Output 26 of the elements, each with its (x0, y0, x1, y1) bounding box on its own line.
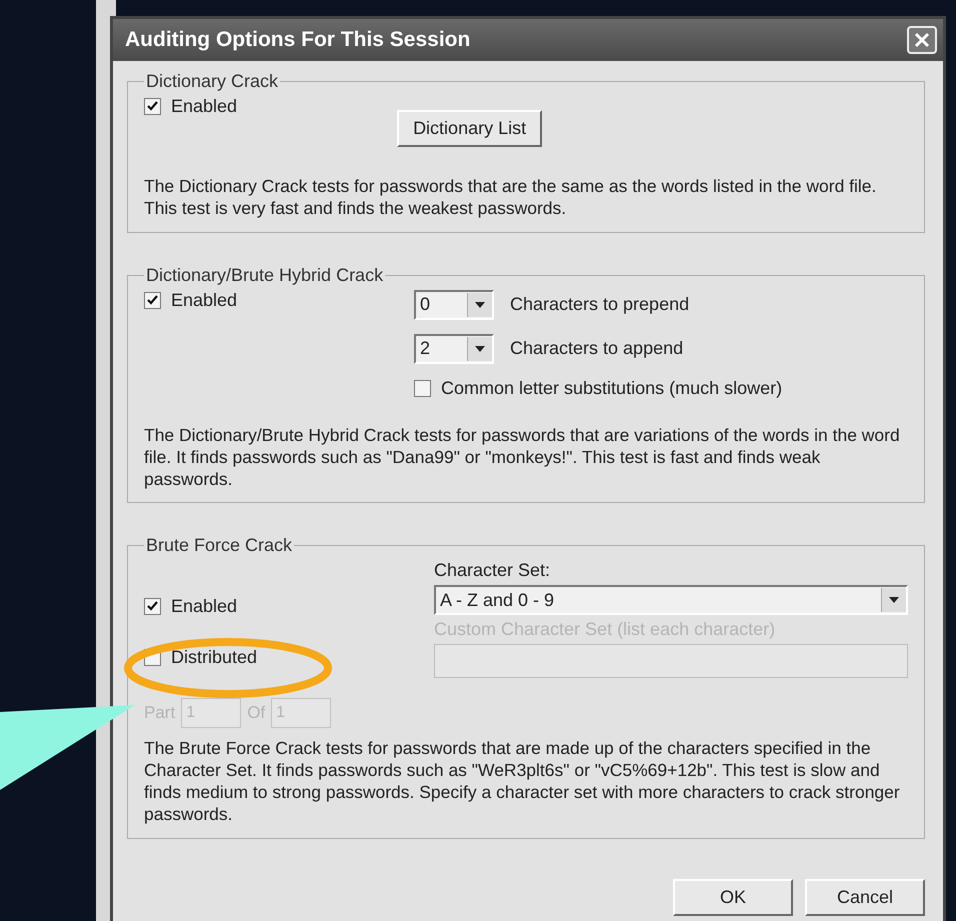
checkmark-icon (147, 601, 158, 612)
close-icon (913, 31, 931, 49)
character-set-label: Character Set: (434, 560, 552, 582)
ok-button[interactable]: OK (673, 878, 793, 916)
window-title: Auditing Options For This Session (125, 28, 470, 52)
append-label: Characters to append (510, 338, 684, 360)
checkmark-icon (147, 294, 158, 306)
append-dropdown[interactable]: 2 (414, 334, 494, 364)
cancel-button[interactable]: Cancel (805, 878, 925, 916)
dictionary-list-button[interactable]: Dictionary List (397, 110, 542, 147)
character-set-dropdown[interactable]: A - Z and 0 - 9 (434, 585, 908, 616)
description-text: The Dictionary Crack tests for passwords that are the same as the words listed in the word file. This test is very fast and finds the weakest passwords. (144, 176, 878, 220)
distributed-checkbox[interactable]: Distributed (144, 647, 434, 668)
prepend-label: Characters to prepend (510, 294, 690, 316)
substitutions-checkbox[interactable]: Common letter substitutions (much slower) (414, 378, 782, 399)
group-title: Dictionary/Brute Hybrid Crack (145, 264, 384, 286)
enabled-checkbox[interactable]: Enabled (144, 96, 238, 117)
enabled-checkbox[interactable]: Enabled (144, 596, 434, 618)
close-button[interactable] (907, 26, 937, 54)
prepend-dropdown[interactable]: 0 (414, 290, 494, 320)
description-text: The Brute Force Crack tests for passwords that are made up of the characters specified in the Character Set. It finds passwords such as "WeR3plt6s" or "vC5%69+12b". This test is slow and finds medium to strong passwords. Specify a character set with more characters to crack stronger passwords. (144, 738, 901, 826)
description-text: The Dictionary/Brute Hybrid Crack tests for passwords that are variations of the words in the word file. It finds passwords such as "Dana99" or "monkeys!". This test is fast and finds weak passwords. (144, 424, 901, 490)
checkmark-icon (147, 101, 158, 112)
group-title: Dictionary Crack (145, 71, 280, 92)
group-title: Brute Force Crack (145, 535, 294, 556)
enabled-checkbox[interactable]: Enabled (144, 290, 238, 311)
